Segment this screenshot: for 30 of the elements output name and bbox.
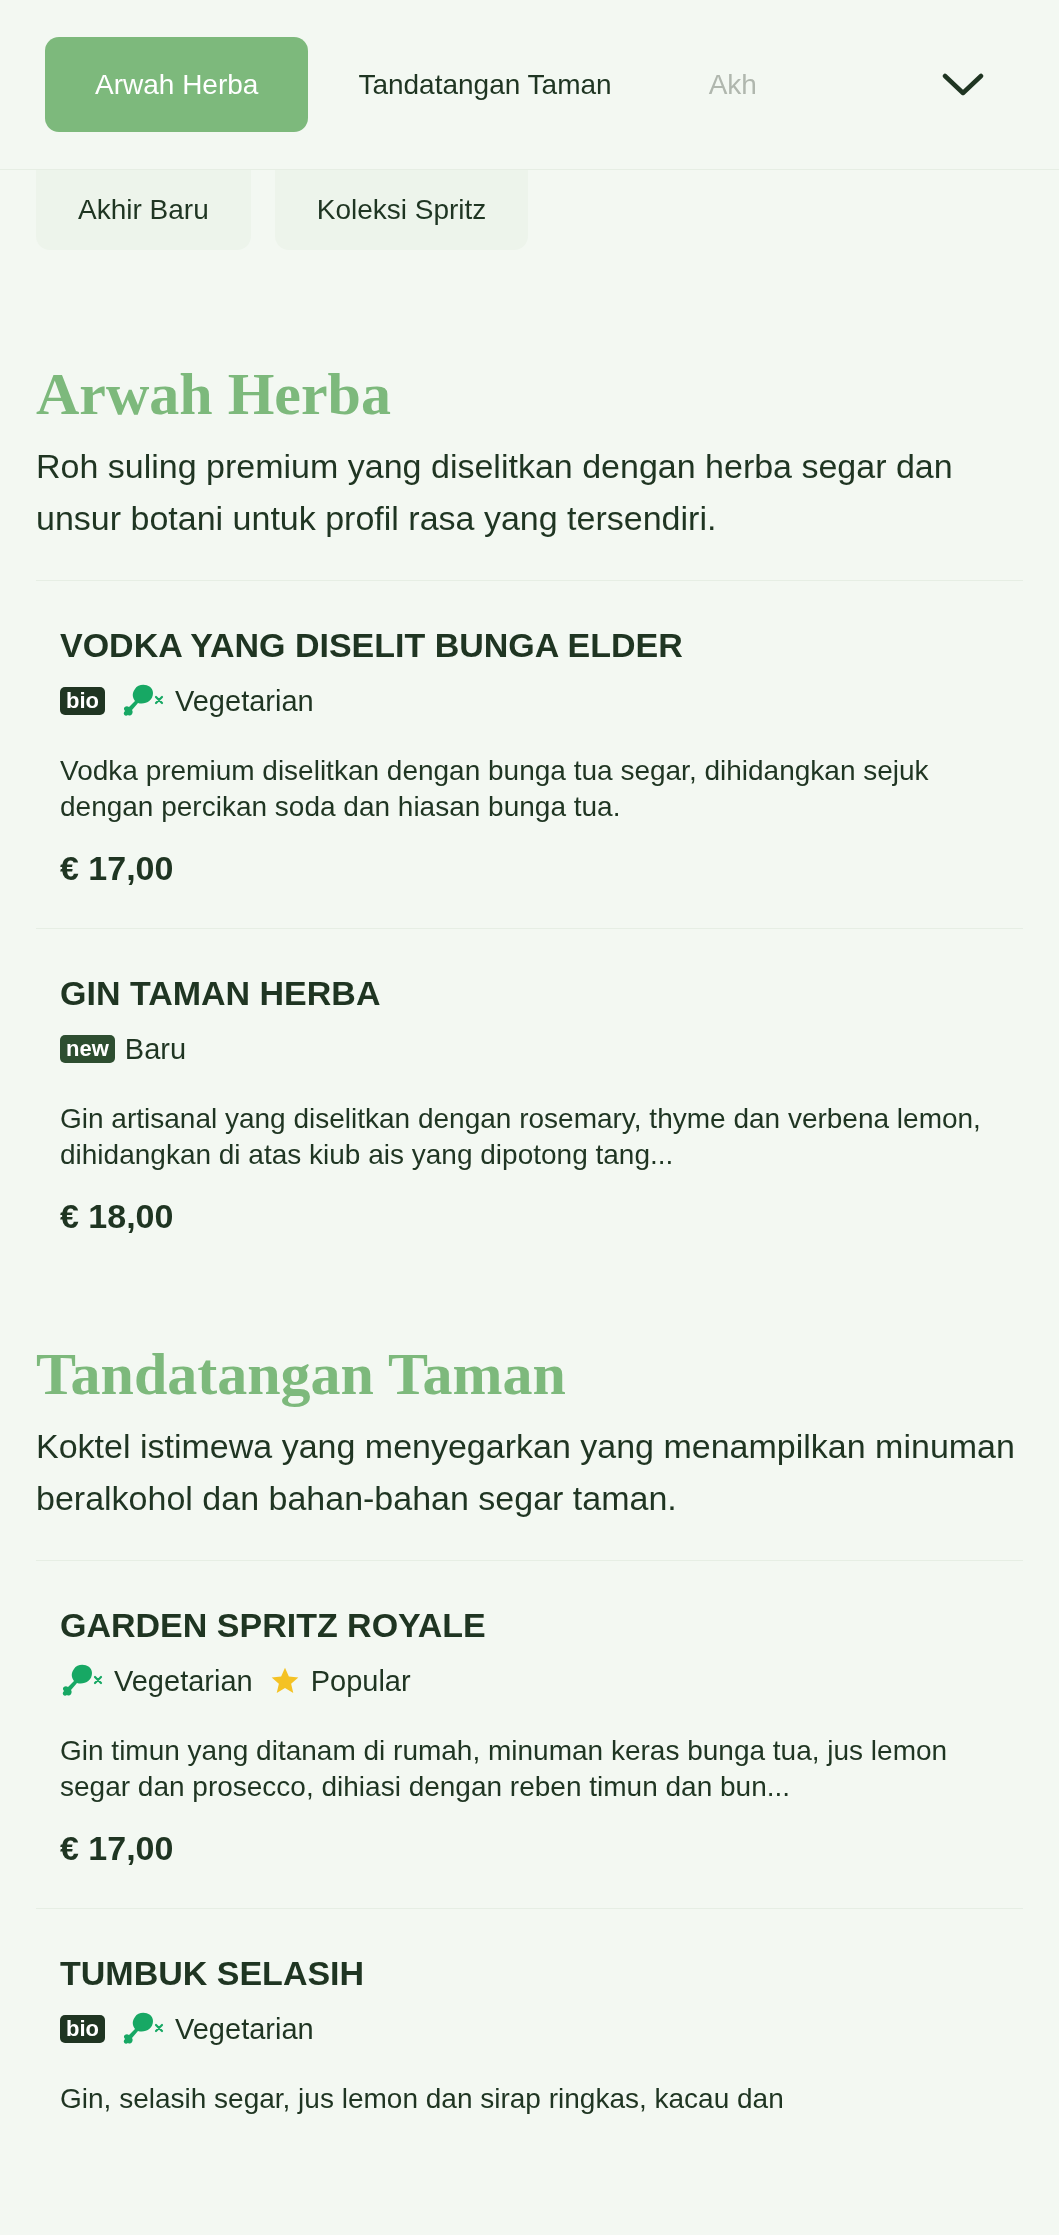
section-title: Arwah Herba [36,360,392,429]
item-name: TUMBUK SELASIH [60,1953,366,1994]
item-price: € 17,00 [60,849,175,888]
no-meat-icon [121,683,165,719]
item-name: GARDEN SPRITZ ROYALE [60,1605,487,1646]
tag-label: Baru [124,1032,187,1066]
section-description: Roh suling premium yang diselitkan dengan herba segar dan unsur botani untuk profil rasa yang tersendiri. [36,446,954,539]
category-tab[interactable]: Akhir Baru [36,170,251,250]
item-name: GIN TAMAN HERBA [60,973,382,1014]
section-description: Koktel istimewa yang menyegarkan yang menampilkan minuman beralkohol dan bahan-bahan segar taman. [36,1426,1016,1519]
item-badge: new [60,1035,115,1063]
no-meat-icon [60,1663,104,1699]
item-price: € 18,00 [60,1197,175,1236]
no-meat-icon [121,2011,165,2047]
item-description: Vodka premium diselitkan dengan bunga tua segar, dihidangkan sejuk dengan percikan soda dan hiasan bunga tua. [60,754,930,824]
item-description: Gin, selasih segar, jus lemon dan sirap ringkas, kacau dan [60,2082,785,2116]
item-description: Gin artisanal yang diselitkan dengan rosemary, thyme dan verbena lemon, dihidangkan di atas kiub ais yang dipotong tang... [60,1102,982,1172]
category-tab[interactable]: Koleksi Spritz [274,170,529,250]
item-description: Gin timun yang ditanam di rumah, minuman keras bunga tua, jus lemon segar dan prosecco, dihiasi dengan reben timun dan bun... [60,1734,949,1804]
chevron-down-icon[interactable] [942,72,984,97]
item-badge: bio [60,2015,105,2043]
tag-label: Vegetarian [175,2012,314,2046]
category-tab[interactable]: Tandatangan Taman [308,37,662,132]
tag-label: Vegetarian [114,1664,253,1698]
tag-label: Popular [310,1664,411,1698]
section-title: Tandatangan Taman [36,1340,567,1409]
item-name: VODKA YANG DISELIT BUNGA ELDER [60,625,684,666]
tag-label: Vegetarian [175,684,314,718]
item-price: € 17,00 [60,1829,175,1868]
item-badge: bio [60,687,105,715]
